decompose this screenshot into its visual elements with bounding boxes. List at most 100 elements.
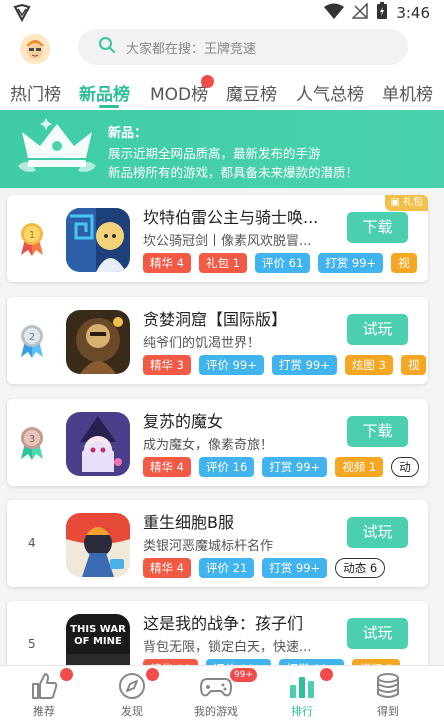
banner-title: 新品：: [108, 126, 148, 141]
status-time: 3:46: [396, 4, 430, 22]
game-badges: 精华 3 评价 99+ 打赏 99+ 炫图 3 视: [143, 355, 427, 375]
my-games-count-badge: 99+: [230, 668, 257, 682]
game-icon[interactable]: [66, 310, 130, 374]
badge-tips[interactable]: 打赏 99+: [271, 355, 337, 375]
tab-popular[interactable]: 人气总榜: [296, 80, 364, 105]
badge-essence[interactable]: 精华 4: [143, 253, 191, 273]
coin-stack-icon: [377, 673, 399, 698]
nav-discover[interactable]: 发现: [88, 666, 176, 721]
try-button[interactable]: 试玩: [347, 618, 408, 649]
status-bar: 3:46: [0, 0, 444, 26]
game-card[interactable]: 1 坎特伯雷公主与骑士唤... 坎公骑冠剑丨像素风欢脱冒... 精华 4 礼包 …: [7, 195, 428, 282]
shield-icon: [12, 3, 32, 27]
gift-tag: ▣ 礼包: [385, 195, 428, 211]
new-games-banner: 新品： 展示近期全网品质高，最新发布的手游 新品榜所有的游戏，都具备未来爆款的潜…: [0, 110, 444, 188]
search-icon: [98, 36, 116, 58]
notification-dot: [201, 75, 214, 88]
game-badges: 精华 4 礼包 1 评价 61 打赏 99+ 视: [143, 253, 417, 273]
nav-label: 推荐: [33, 705, 55, 718]
badge-reviews[interactable]: 评价 21: [198, 558, 255, 578]
tab-modou[interactable]: 魔豆榜: [226, 80, 277, 105]
top-header: 大家都在搜：王牌竞速: [0, 26, 444, 70]
badge-essence[interactable]: 精华 4: [143, 457, 191, 477]
banner-line-2: 新品榜所有的游戏，都具备未来爆款的潜质！: [108, 165, 359, 180]
game-title[interactable]: 复苏的魔女: [143, 408, 339, 432]
game-icon[interactable]: [66, 208, 130, 272]
game-description: 纯爷们的饥渴世界！: [143, 336, 261, 351]
notification-dot: [320, 668, 333, 681]
search-placeholder: 大家都在搜：王牌竞速: [126, 41, 257, 57]
game-icon-text: THIS WAR OF MINE: [70, 624, 126, 647]
avatar[interactable]: [20, 34, 50, 64]
svg-text:1: 1: [29, 230, 35, 241]
svg-text:3: 3: [29, 434, 35, 445]
silver-medal-icon: 2: [17, 323, 47, 363]
game-badges: 精华 4 评价 21 打赏 99+ 动态 6: [143, 558, 386, 578]
ranking-bars-icon: [290, 677, 314, 698]
badge-video[interactable]: 视: [391, 253, 417, 273]
gift-icon: ▣: [390, 197, 400, 208]
banner-line-1: 展示近期全网品质高，最新发布的手游: [108, 146, 321, 161]
game-title[interactable]: 坎特伯雷公主与骑士唤...: [143, 204, 339, 228]
download-button[interactable]: 下载: [347, 416, 408, 447]
gold-medal-icon: 1: [17, 221, 47, 261]
nav-recommend[interactable]: 推荐: [0, 666, 88, 721]
tab-new[interactable]: 新品榜: [79, 80, 130, 105]
game-icon[interactable]: [66, 412, 130, 476]
bronze-medal-icon: 3: [17, 425, 47, 465]
badge-video[interactable]: 视频 1: [335, 457, 384, 477]
badge-tips[interactable]: 打赏 99+: [318, 253, 384, 273]
game-badges: 精华 4 评价 16 打赏 99+ 视频 1 动: [143, 457, 419, 477]
game-title[interactable]: 贪婪洞窟【国际版】: [143, 306, 339, 330]
game-icon[interactable]: [66, 513, 130, 577]
game-card[interactable]: 4 重生细胞B服 类银河恶魔城标杆名作 精华 4 评价 21 打赏 99+ 动态…: [7, 500, 428, 587]
search-input[interactable]: 大家都在搜：王牌竞速: [78, 29, 408, 65]
badge-gift[interactable]: 礼包 1: [198, 253, 247, 273]
try-button[interactable]: 试玩: [347, 314, 408, 345]
badge-tips[interactable]: 打赏 99+: [262, 457, 328, 477]
badge-reviews[interactable]: 评价 16: [198, 457, 255, 477]
bottom-navigation: 推荐 发现 99+ 我的游戏 排行 得到: [0, 665, 444, 721]
badge-activity[interactable]: 动态 6: [335, 558, 386, 578]
badge-tips[interactable]: 打赏 99+: [262, 558, 328, 578]
thumbs-up-icon: [32, 673, 58, 699]
active-tab-indicator: [99, 105, 119, 108]
tab-hot[interactable]: 热门榜: [10, 80, 61, 105]
badge-essence[interactable]: 精华 4: [143, 558, 191, 578]
nav-label: 得到: [377, 705, 399, 718]
game-description: 坎公骑冠剑丨像素风欢脱冒...: [143, 234, 312, 249]
nav-my-games[interactable]: 99+ 我的游戏: [172, 666, 260, 721]
game-title[interactable]: 重生细胞B服: [143, 509, 339, 533]
nav-ranking[interactable]: 排行: [258, 666, 346, 721]
try-button[interactable]: 试玩: [347, 517, 408, 548]
wifi-icon: [324, 3, 345, 23]
nav-rewards[interactable]: 得到: [344, 666, 432, 721]
notification-dot: [60, 668, 73, 681]
gift-tag-label: 礼包: [403, 197, 423, 208]
badge-reviews[interactable]: 评价 61: [254, 253, 311, 273]
badge-reviews[interactable]: 评价 99+: [198, 355, 264, 375]
tab-mod[interactable]: MOD榜: [150, 80, 208, 105]
download-button[interactable]: 下载: [347, 212, 408, 243]
gamepad-icon: [200, 678, 232, 697]
notification-dot: [146, 668, 159, 681]
badge-video[interactable]: 视: [400, 355, 427, 375]
battery-icon: [376, 2, 388, 24]
badge-essence[interactable]: 精华 3: [143, 355, 191, 375]
nav-label: 排行: [291, 705, 313, 718]
game-description: 成为魔女，像素奇旅！: [143, 438, 274, 453]
game-description: 背包无限，锁定白天，快速...: [143, 640, 312, 655]
game-card[interactable]: 2 贪婪洞窟【国际版】 纯爷们的饥渴世界！ 精华 3 评价 99+ 打赏 99+…: [7, 297, 428, 384]
game-card[interactable]: 3 复苏的魔女 成为魔女，像素奇旅！ 精华 4 评价 16 打赏 99+ 视频 …: [7, 399, 428, 486]
crown-icon: [14, 116, 100, 186]
rank-number: 4: [28, 536, 36, 550]
badge-activity[interactable]: 动: [391, 457, 419, 477]
nav-label: 我的游戏: [194, 705, 238, 718]
rank-number: 5: [28, 637, 36, 651]
game-title[interactable]: 这是我的战争：孩子们: [143, 610, 339, 634]
nav-label: 发现: [121, 705, 143, 718]
no-signal-icon: [351, 2, 369, 23]
tab-offline[interactable]: 单机榜: [382, 80, 433, 105]
ranking-tabs: 热门榜 新品榜 MOD榜 魔豆榜 人气总榜 单机榜: [0, 70, 444, 110]
badge-screenshots[interactable]: 炫图 3: [344, 355, 393, 375]
